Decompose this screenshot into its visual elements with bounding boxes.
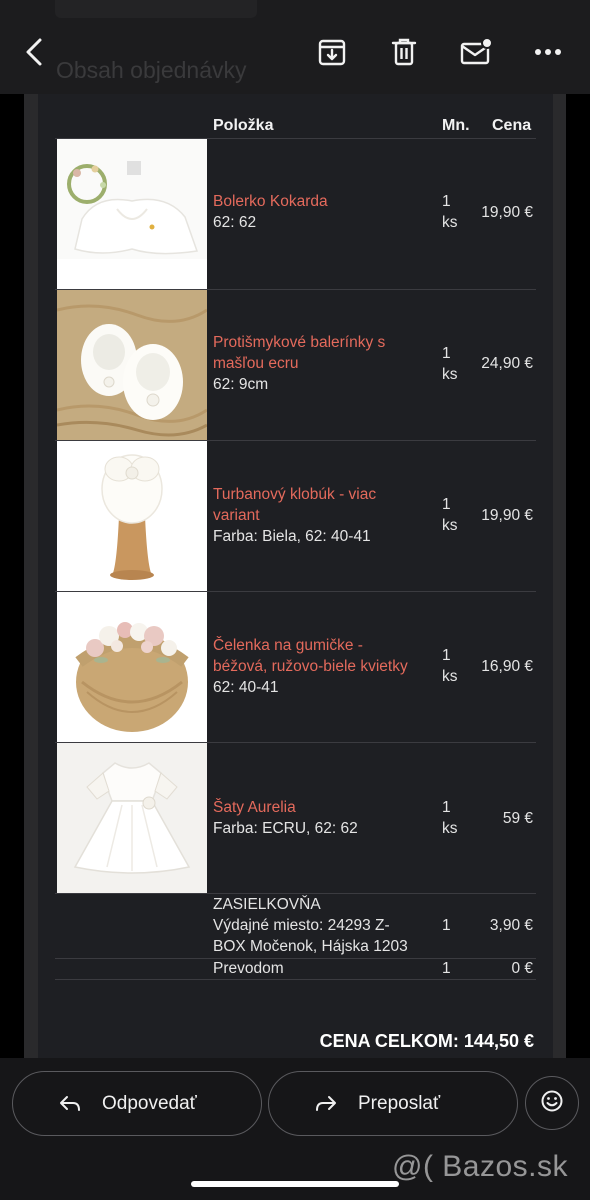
shipping-address: BOX Močenok, Hájska 1203 — [213, 938, 408, 955]
product-name-link[interactable]: Čelenka na gumičke - — [213, 635, 433, 656]
more-options-icon[interactable] — [526, 30, 570, 74]
column-header-item: Položka — [213, 117, 274, 134]
product-image-ballerinas[interactable] — [57, 290, 207, 440]
payment-price: 0 € — [511, 960, 533, 977]
product-image-turban-hat[interactable] — [57, 441, 207, 591]
product-name-link[interactable]: Turbanový klobúk - viac — [213, 484, 433, 505]
order-total: CENA CELKOM: 144,50 € — [319, 1031, 534, 1051]
bazos-watermark: @( Bazos.sk — [392, 1150, 568, 1183]
reply-icon — [58, 1092, 82, 1116]
column-header-qty: Mn. — [442, 117, 470, 134]
home-indicator[interactable] — [191, 1181, 399, 1187]
product-variant: 62: 40-41 — [213, 679, 279, 696]
product-name-link[interactable]: Šaty Aurelia — [213, 797, 433, 818]
product-name-link[interactable]: Protišmykové balerínky s — [213, 332, 433, 353]
item-price: 19,90 € — [481, 507, 533, 524]
forward-icon — [314, 1092, 338, 1116]
smiley-icon — [540, 1089, 564, 1118]
product-name-link-line2[interactable]: béžová, ružovo-biele kvietky — [213, 656, 433, 677]
forward-label: Preposlať — [358, 1092, 441, 1114]
emoji-reaction-button[interactable] — [525, 1076, 579, 1130]
trash-icon[interactable] — [382, 30, 426, 74]
product-image-bolero[interactable] — [57, 139, 207, 289]
product-variant: 62: 62 — [213, 214, 257, 231]
reply-button[interactable]: Odpovedať — [12, 1071, 262, 1136]
forward-button[interactable]: Preposlať — [268, 1071, 518, 1136]
payment-method: Prevodom — [213, 960, 284, 977]
product-image-headband[interactable] — [57, 592, 207, 742]
faded-page-title: Obsah objednávky — [56, 57, 247, 83]
back-arrow-icon[interactable] — [12, 30, 56, 74]
product-variant: Farba: Biela, 62: 40-41 — [213, 528, 371, 545]
item-price: 59 € — [502, 810, 533, 827]
item-price: 16,90 € — [481, 658, 533, 675]
mark-unread-icon[interactable] — [454, 30, 498, 74]
divider — [55, 979, 536, 980]
product-name-link[interactable]: Bolerko Kokarda — [213, 191, 433, 212]
reply-label: Odpovedať — [102, 1092, 197, 1114]
background-tab — [55, 0, 257, 18]
item-price: 24,90 € — [481, 355, 533, 372]
item-price: 19,90 € — [481, 204, 533, 221]
product-variant: 62: 9cm — [213, 376, 269, 393]
column-header-price: Cena — [492, 117, 532, 134]
shipping-method: ZASIELKOVŇA — [213, 896, 321, 913]
product-image-dress[interactable] — [57, 743, 207, 893]
shipping-price: 3,90 € — [489, 917, 533, 934]
product-name-link-line2[interactable]: mašľou ecru — [213, 353, 433, 374]
archive-icon[interactable] — [310, 30, 354, 74]
product-name-link-line2[interactable]: variant — [213, 505, 433, 526]
shipping-pickup-point: Výdajné miesto: 24293 Z- — [213, 917, 390, 934]
product-variant: Farba: ECRU, 62: 62 — [213, 820, 358, 837]
